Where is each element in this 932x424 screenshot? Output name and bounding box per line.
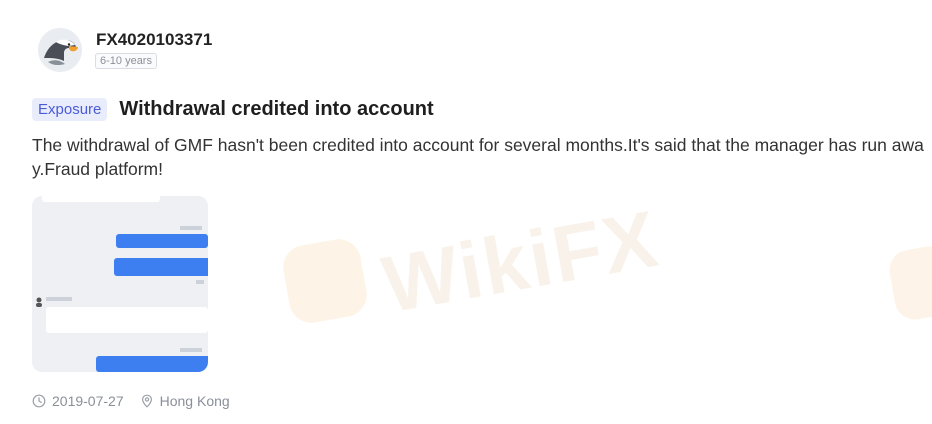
post-date: 2019-07-27 <box>52 393 124 409</box>
post-location: Hong Kong <box>159 393 230 409</box>
contact-avatar-icon <box>35 294 43 307</box>
tenure-badge: 6-10 years <box>95 53 157 69</box>
wikifx-logo-icon-partial <box>886 243 932 323</box>
watermark-text: WikiFX <box>376 193 666 330</box>
chat-timestamp <box>180 348 202 352</box>
clock-icon <box>32 394 46 408</box>
chat-bubble-incoming <box>42 196 160 202</box>
chat-bubble-incoming <box>46 307 208 333</box>
chat-bubble-outgoing <box>114 258 208 276</box>
post-title-row: Exposure Withdrawal credited into accoun… <box>32 95 434 123</box>
chat-bubble-outgoing <box>96 356 208 372</box>
eagle-avatar-icon[interactable] <box>38 28 82 72</box>
chat-bubble-outgoing <box>116 234 208 248</box>
location-pin-icon <box>140 394 154 408</box>
post-body: The withdrawal of GMF hasn't been credit… <box>32 135 924 179</box>
wikifx-watermark: WikiFX <box>279 194 666 329</box>
username[interactable]: FX4020103371 <box>96 30 212 50</box>
exposure-tag: Exposure <box>32 97 108 121</box>
post-title: Withdrawal credited into account <box>119 97 434 120</box>
chat-timestamp <box>196 280 204 284</box>
chat-screenshot-thumbnail[interactable] <box>32 196 208 372</box>
wikifx-logo-icon <box>279 235 371 327</box>
chat-timestamp <box>180 226 202 230</box>
post-footer: 2019-07-27 Hong Kong <box>32 391 230 411</box>
chat-timestamp <box>46 297 72 301</box>
